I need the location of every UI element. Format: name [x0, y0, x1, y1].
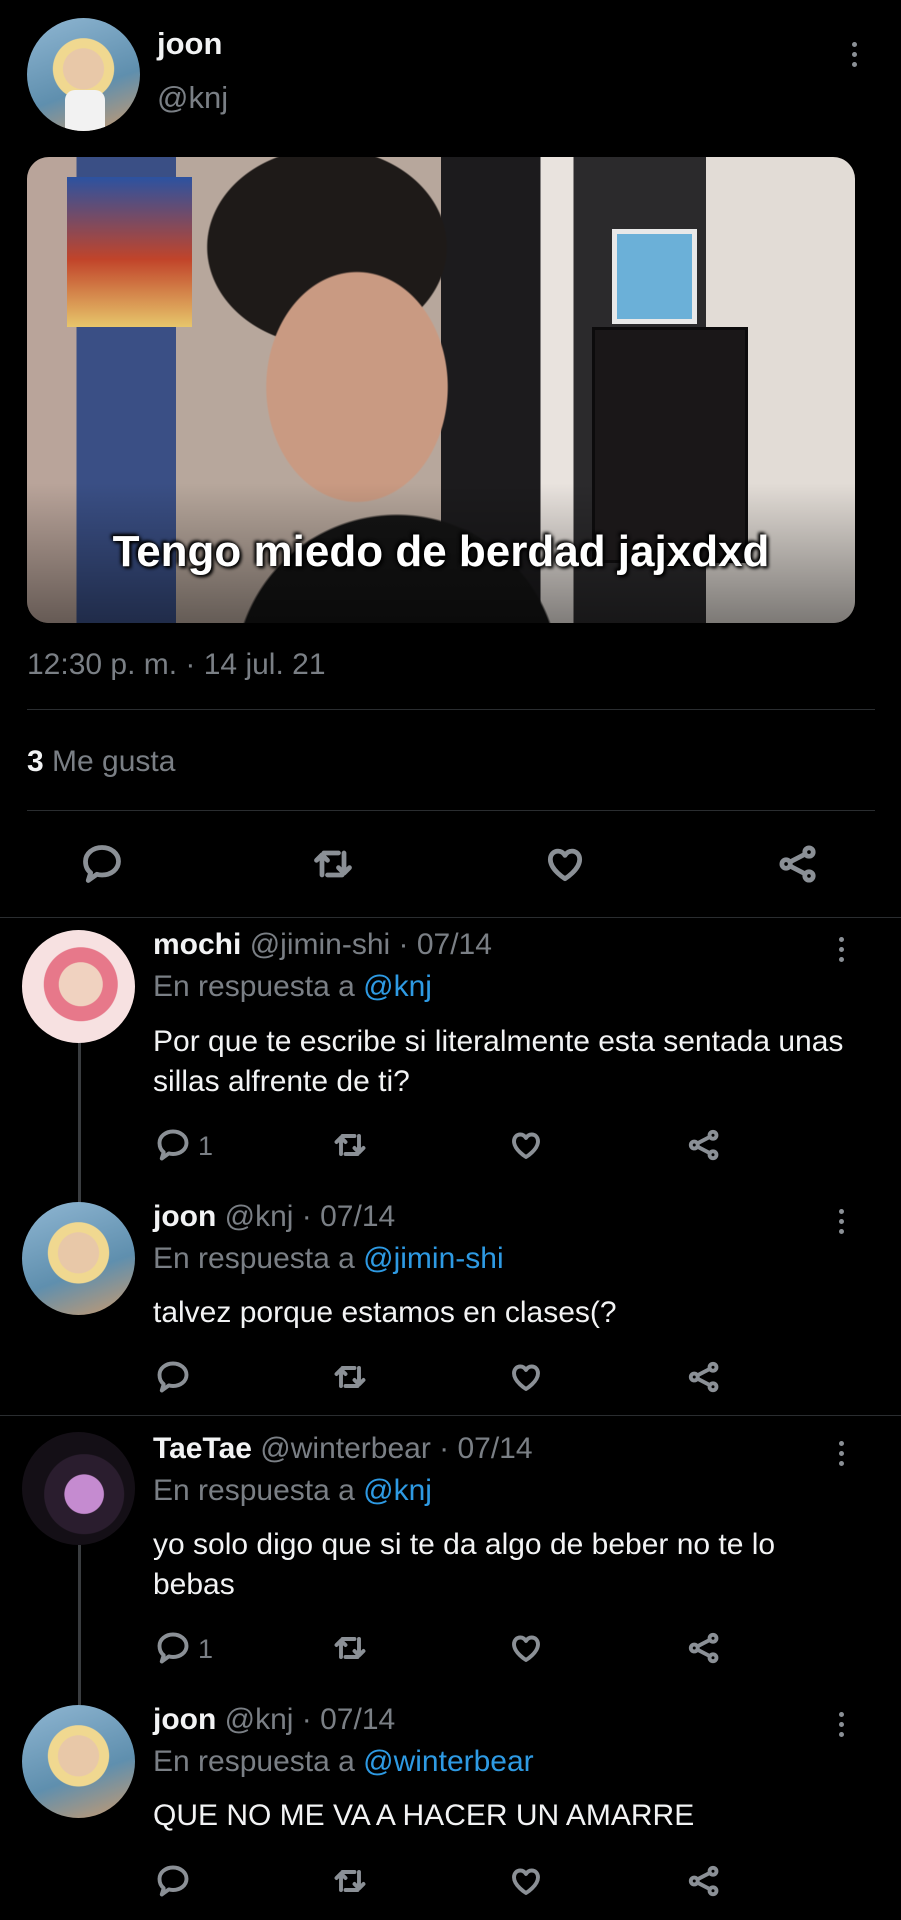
- divider: [27, 709, 875, 710]
- likes-label: Me gusta: [52, 745, 176, 778]
- reply-text: Por que te escribe si literalmente esta …: [153, 1025, 844, 1098]
- retweet-icon[interactable]: [332, 1863, 368, 1899]
- reply-handle-date[interactable]: @jimin-shi · 07/14: [250, 928, 492, 961]
- share-icon[interactable]: [686, 1863, 722, 1899]
- reply-mention-link[interactable]: @knj: [363, 970, 432, 1003]
- reply-count: 1: [198, 1131, 214, 1161]
- share-icon[interactable]: [686, 1359, 722, 1395]
- reply-handle-date[interactable]: @winterbear · 07/14: [260, 1432, 532, 1465]
- retweet-icon[interactable]: [332, 1127, 368, 1163]
- divider: [27, 810, 875, 811]
- like-icon[interactable]: [508, 1359, 544, 1395]
- more-vertical-icon[interactable]: [836, 937, 846, 967]
- more-vertical-icon[interactable]: [849, 42, 859, 72]
- reply-text: yo solo digo que si te da algo de beber …: [153, 1528, 776, 1601]
- media-frame: [612, 229, 697, 324]
- reply-mention-link[interactable]: @winterbear: [363, 1745, 534, 1778]
- reply-context-prefix: En respuesta a: [153, 970, 355, 1003]
- reply-header: joon @knj · 07/14: [153, 1200, 395, 1234]
- like-icon[interactable]: [508, 1630, 544, 1666]
- reply-mention-link[interactable]: @jimin-shi: [363, 1242, 503, 1275]
- more-vertical-icon[interactable]: [836, 1209, 846, 1239]
- like-icon[interactable]: [508, 1863, 544, 1899]
- reply-header: TaeTae @winterbear · 07/14: [153, 1432, 533, 1466]
- reply-avatar[interactable]: [22, 1202, 135, 1315]
- reply-icon[interactable]: [155, 1127, 191, 1163]
- retweet-icon[interactable]: [311, 842, 355, 886]
- likes-count: 3: [27, 745, 44, 778]
- reply-context-prefix: En respuesta a: [153, 1745, 355, 1778]
- media-caption: Tengo miedo de berdad jajxdxd: [112, 527, 770, 576]
- tweet-timestamp[interactable]: 12:30 p. m. · 14 jul. 21: [27, 648, 326, 682]
- reply-author-name[interactable]: mochi: [153, 928, 241, 961]
- reply-handle-date[interactable]: @knj · 07/14: [225, 1703, 396, 1736]
- main-author-name[interactable]: joon: [157, 26, 222, 62]
- reply-avatar[interactable]: [22, 930, 135, 1043]
- share-icon[interactable]: [686, 1630, 722, 1666]
- reply-context: En respuesta a @knj: [153, 1474, 432, 1508]
- reply-text: QUE NO ME VA A HACER UN AMARRE: [153, 1799, 695, 1832]
- reply-author-name[interactable]: TaeTae: [153, 1432, 252, 1465]
- reply-icon[interactable]: [155, 1630, 191, 1666]
- like-icon[interactable]: [543, 842, 587, 886]
- reply-text: talvez porque estamos en clases(?: [153, 1296, 617, 1329]
- reply-author-name[interactable]: joon: [153, 1703, 216, 1736]
- reply-context: En respuesta a @winterbear: [153, 1745, 534, 1779]
- reply-count: 1: [198, 1634, 214, 1664]
- reply-mention-link[interactable]: @knj: [363, 1474, 432, 1507]
- main-author-avatar[interactable]: [27, 18, 140, 131]
- share-icon[interactable]: [686, 1127, 722, 1163]
- retweet-icon[interactable]: [332, 1630, 368, 1666]
- reply-context-prefix: En respuesta a: [153, 1242, 355, 1275]
- more-vertical-icon[interactable]: [836, 1712, 846, 1742]
- reply-context: En respuesta a @jimin-shi: [153, 1242, 504, 1276]
- reply-avatar[interactable]: [22, 1705, 135, 1818]
- divider: [0, 1415, 901, 1416]
- divider: [0, 917, 901, 918]
- reply-icon[interactable]: [80, 842, 124, 886]
- thread-line: [78, 1545, 81, 1705]
- reply-header: mochi @jimin-shi · 07/14: [153, 928, 492, 962]
- reply-icon[interactable]: [155, 1863, 191, 1899]
- retweet-icon[interactable]: [332, 1359, 368, 1395]
- like-icon[interactable]: [508, 1127, 544, 1163]
- reply-author-name[interactable]: joon: [153, 1200, 216, 1233]
- more-vertical-icon[interactable]: [836, 1441, 846, 1471]
- reply-header: joon @knj · 07/14: [153, 1703, 395, 1737]
- thread-line: [78, 1043, 81, 1203]
- share-icon[interactable]: [776, 842, 820, 886]
- reply-handle-date[interactable]: @knj · 07/14: [225, 1200, 396, 1233]
- reply-context-prefix: En respuesta a: [153, 1474, 355, 1507]
- tweet-media[interactable]: Tengo miedo de berdad jajxdxd: [27, 157, 855, 623]
- likes-summary[interactable]: 3 Me gusta: [27, 745, 175, 779]
- reply-avatar[interactable]: [22, 1432, 135, 1545]
- reply-icon[interactable]: [155, 1359, 191, 1395]
- reply-context: En respuesta a @knj: [153, 970, 432, 1004]
- main-author-handle[interactable]: @knj: [157, 80, 228, 116]
- media-poster: [67, 177, 192, 327]
